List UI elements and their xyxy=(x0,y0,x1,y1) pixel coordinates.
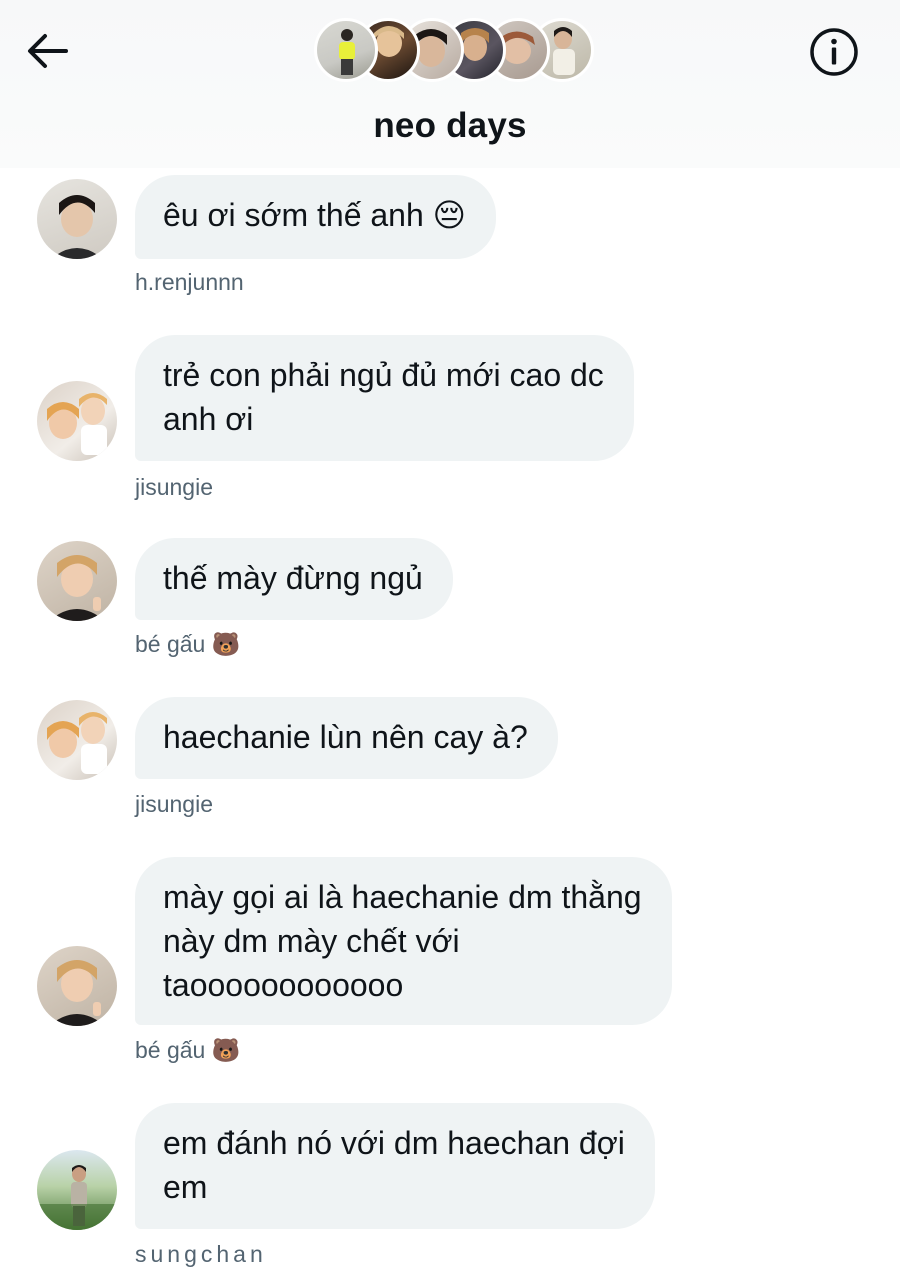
sender-name: h.renjunnn xyxy=(135,269,244,295)
message-bubble[interactable]: em đánh nó với dm haechan đợi em xyxy=(135,1103,655,1229)
sender-avatar[interactable] xyxy=(37,946,117,1026)
sender-avatar[interactable] xyxy=(37,1150,117,1230)
message-bubble[interactable]: thế mày đừng ngủ xyxy=(135,538,453,620)
sender-name: bé gấu 🐻 xyxy=(135,1037,241,1063)
group-avatars[interactable] xyxy=(314,18,594,82)
sender-avatar[interactable] xyxy=(37,381,117,461)
back-button[interactable] xyxy=(22,28,72,74)
sender-avatar[interactable] xyxy=(37,541,117,621)
conversation-title[interactable]: neo days xyxy=(0,106,900,146)
info-circle-icon xyxy=(810,28,858,76)
sender-avatar[interactable] xyxy=(37,179,117,259)
sender-name: sungchan xyxy=(135,1241,267,1267)
sender-name: jisungie xyxy=(135,474,213,500)
message-bubble[interactable]: êu ơi sớm thế anh 😔 xyxy=(135,175,497,259)
message-bubble[interactable]: trẻ con phải ngủ đủ mới cao dc anh ơi xyxy=(135,335,634,461)
info-button[interactable] xyxy=(806,24,862,80)
conversation-header: neo days xyxy=(0,0,900,168)
sender-avatar[interactable] xyxy=(37,700,117,780)
message-bubble[interactable]: mày gọi ai là haechanie dm thằng này dm … xyxy=(135,857,672,1025)
member-avatar xyxy=(314,18,378,82)
arrow-left-icon xyxy=(28,34,68,68)
message-bubble[interactable]: haechanie lùn nên cay à? xyxy=(135,697,558,779)
sender-name: bé gấu 🐻 xyxy=(135,631,241,657)
sender-name: jisungie xyxy=(135,791,213,817)
